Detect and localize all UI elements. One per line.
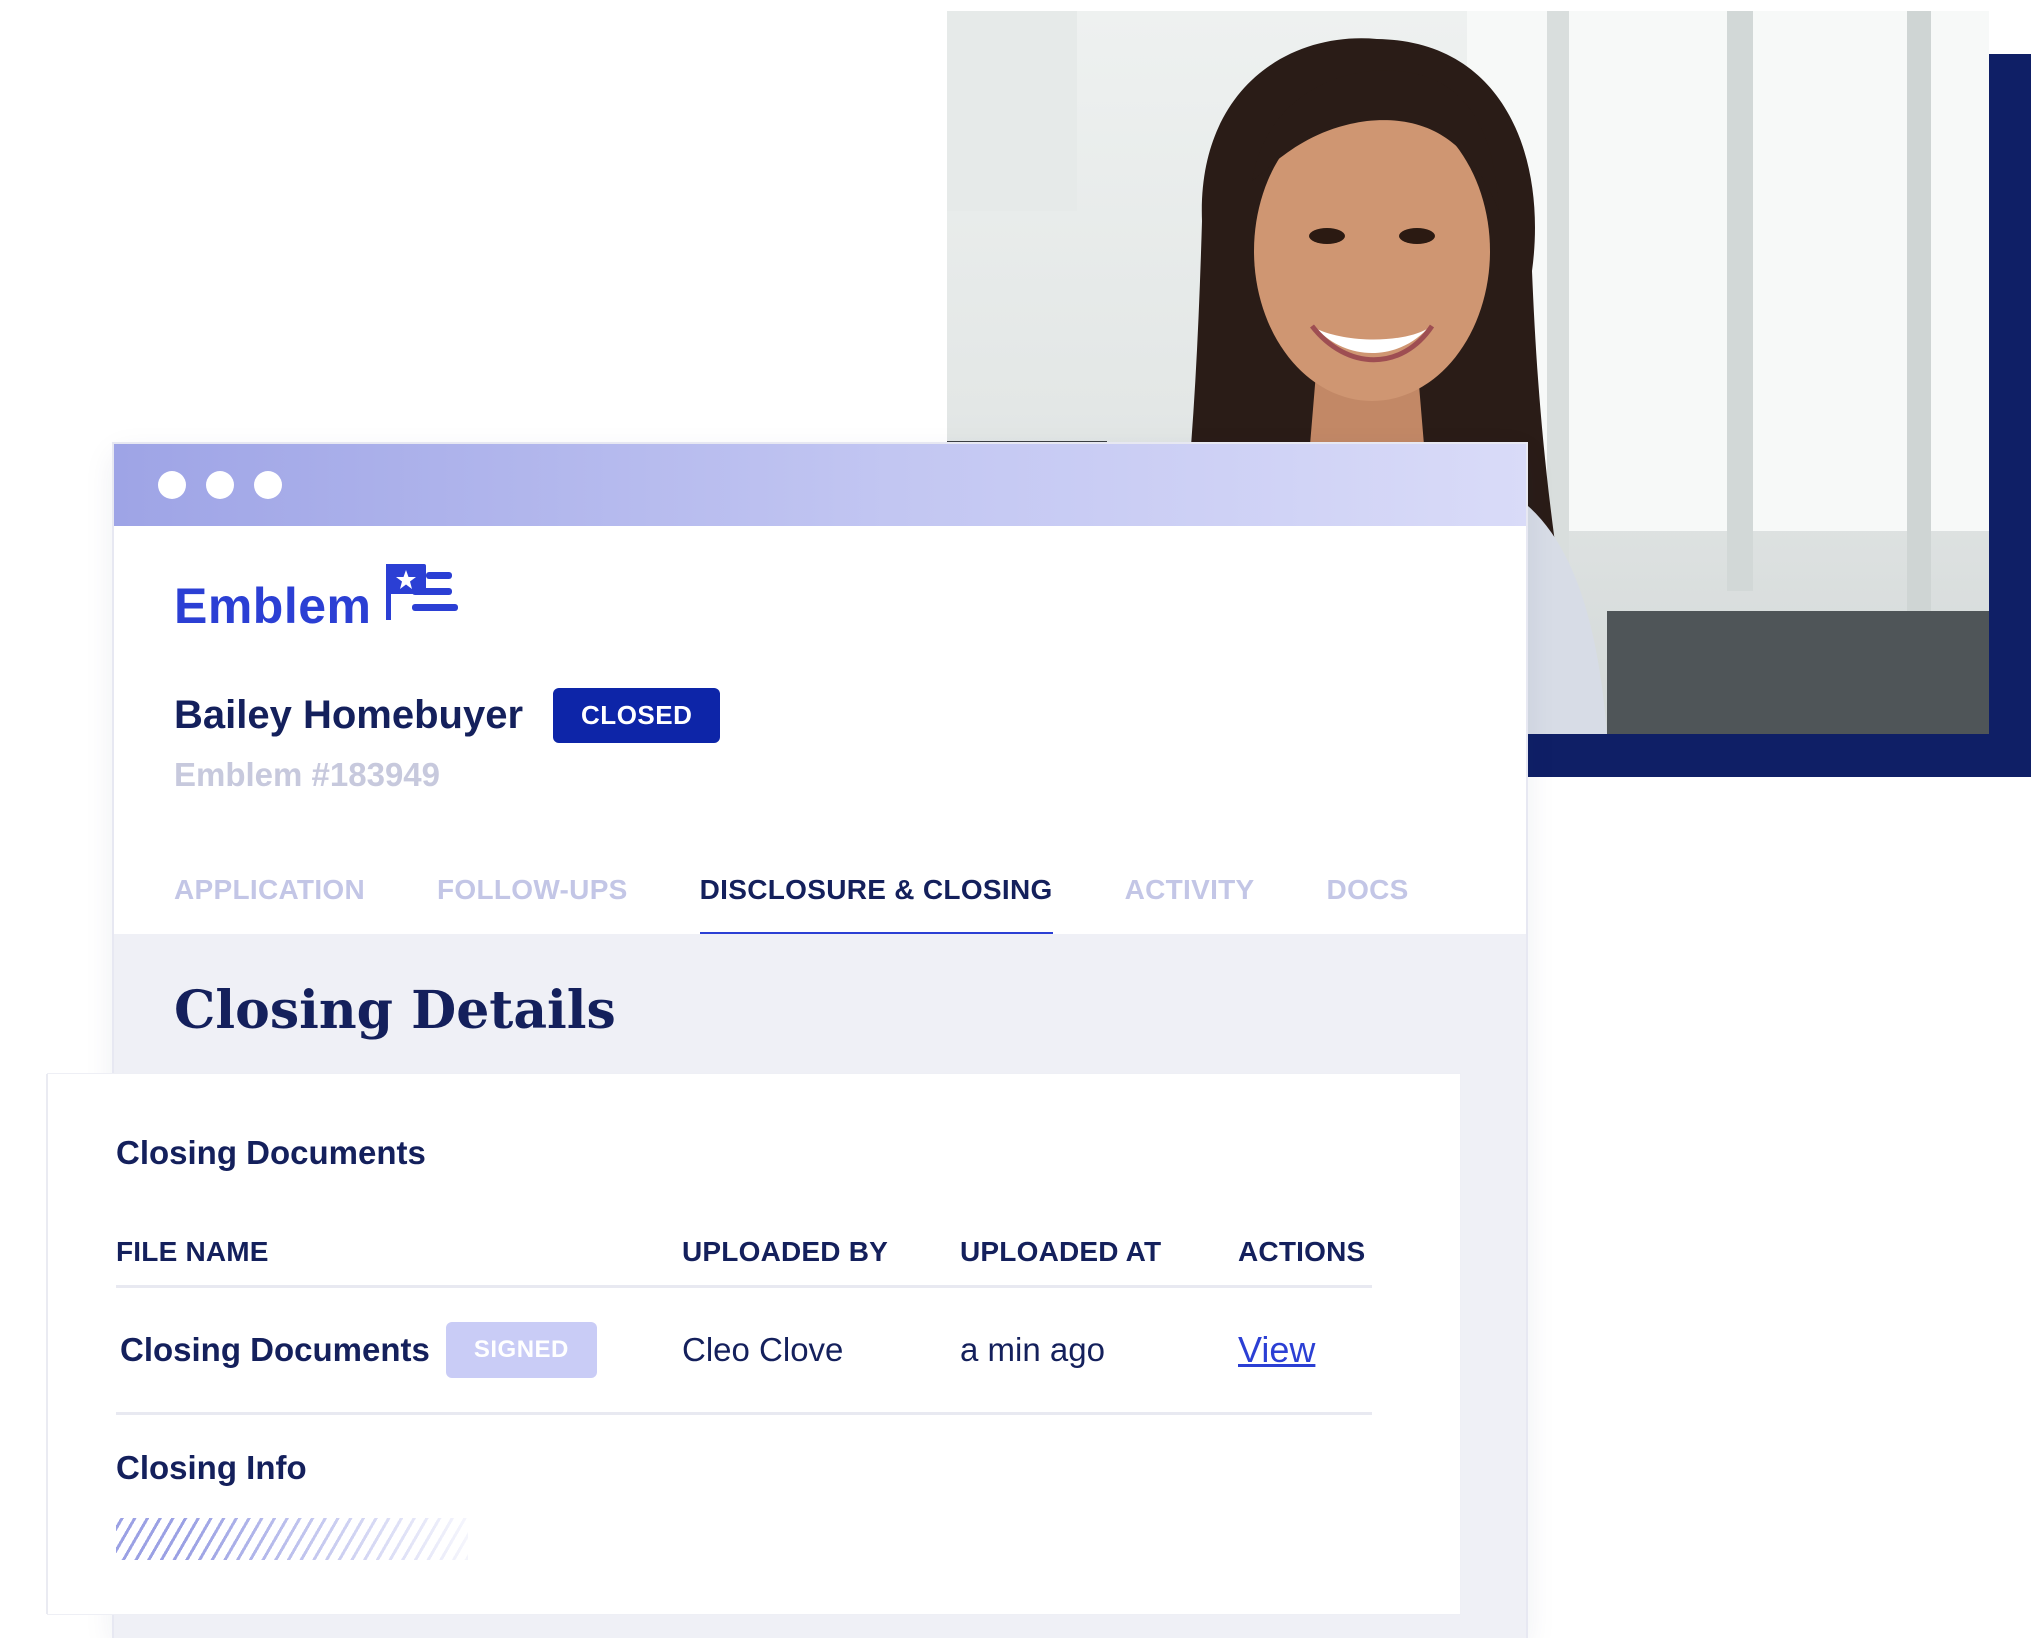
- tab-bar: APPLICATION FOLLOW-UPS DISCLOSURE & CLOS…: [174, 874, 1481, 938]
- loan-number: Emblem #183949: [174, 756, 441, 793]
- window-control-dot[interactable]: [206, 471, 234, 499]
- brand-name: Emblem: [174, 578, 372, 634]
- window-control-dot[interactable]: [254, 471, 282, 499]
- page-title: Closing Details: [174, 980, 616, 1041]
- column-header-uploaded-by: UPLOADED BY: [682, 1236, 888, 1267]
- signed-badge: SIGNED: [445, 1322, 597, 1378]
- window-titlebar: [114, 444, 1526, 526]
- closing-info-title: Closing Info: [116, 1449, 307, 1486]
- column-header-uploaded-at: UPLOADED AT: [960, 1236, 1162, 1267]
- window-control-dot[interactable]: [158, 471, 186, 499]
- closing-info-placeholder: [116, 1518, 468, 1560]
- closing-documents-card: Closing Documents FILE NAME UPLOADED BY …: [48, 1074, 1460, 1614]
- column-header-actions: ACTIONS: [1238, 1236, 1366, 1267]
- column-header-file-name: FILE NAME: [116, 1236, 269, 1267]
- card-title: Closing Documents: [116, 1134, 426, 1171]
- file-name: Closing Documents: [120, 1331, 430, 1368]
- uploaded-at: a min ago: [960, 1331, 1105, 1368]
- flag-logo-icon: [382, 564, 462, 631]
- view-link[interactable]: View: [1238, 1329, 1315, 1370]
- buyer-name: Bailey Homebuyer: [174, 693, 524, 737]
- actions-cell: View: [1238, 1329, 1372, 1371]
- tab-application[interactable]: APPLICATION: [174, 874, 365, 938]
- brand-logo: Emblem: [174, 564, 462, 631]
- table-header: FILE NAME UPLOADED BY UPLOADED AT ACTION…: [116, 1219, 1372, 1288]
- file-cell: Closing Documents SIGNED: [116, 1322, 682, 1378]
- tab-activity[interactable]: ACTIVITY: [1125, 874, 1255, 938]
- table-row: Closing Documents SIGNED Cleo Clove a mi…: [116, 1288, 1372, 1415]
- uploaded-by: Cleo Clove: [682, 1331, 844, 1368]
- status-badge: CLOSED: [553, 688, 721, 743]
- loan-header: Bailey Homebuyer CLOSED: [174, 688, 721, 743]
- tab-disclosure-closing[interactable]: DISCLOSURE & CLOSING: [699, 874, 1053, 938]
- tab-follow-ups[interactable]: FOLLOW-UPS: [437, 874, 628, 938]
- tab-docs[interactable]: DOCS: [1327, 874, 1409, 938]
- documents-table: FILE NAME UPLOADED BY UPLOADED AT ACTION…: [116, 1219, 1372, 1415]
